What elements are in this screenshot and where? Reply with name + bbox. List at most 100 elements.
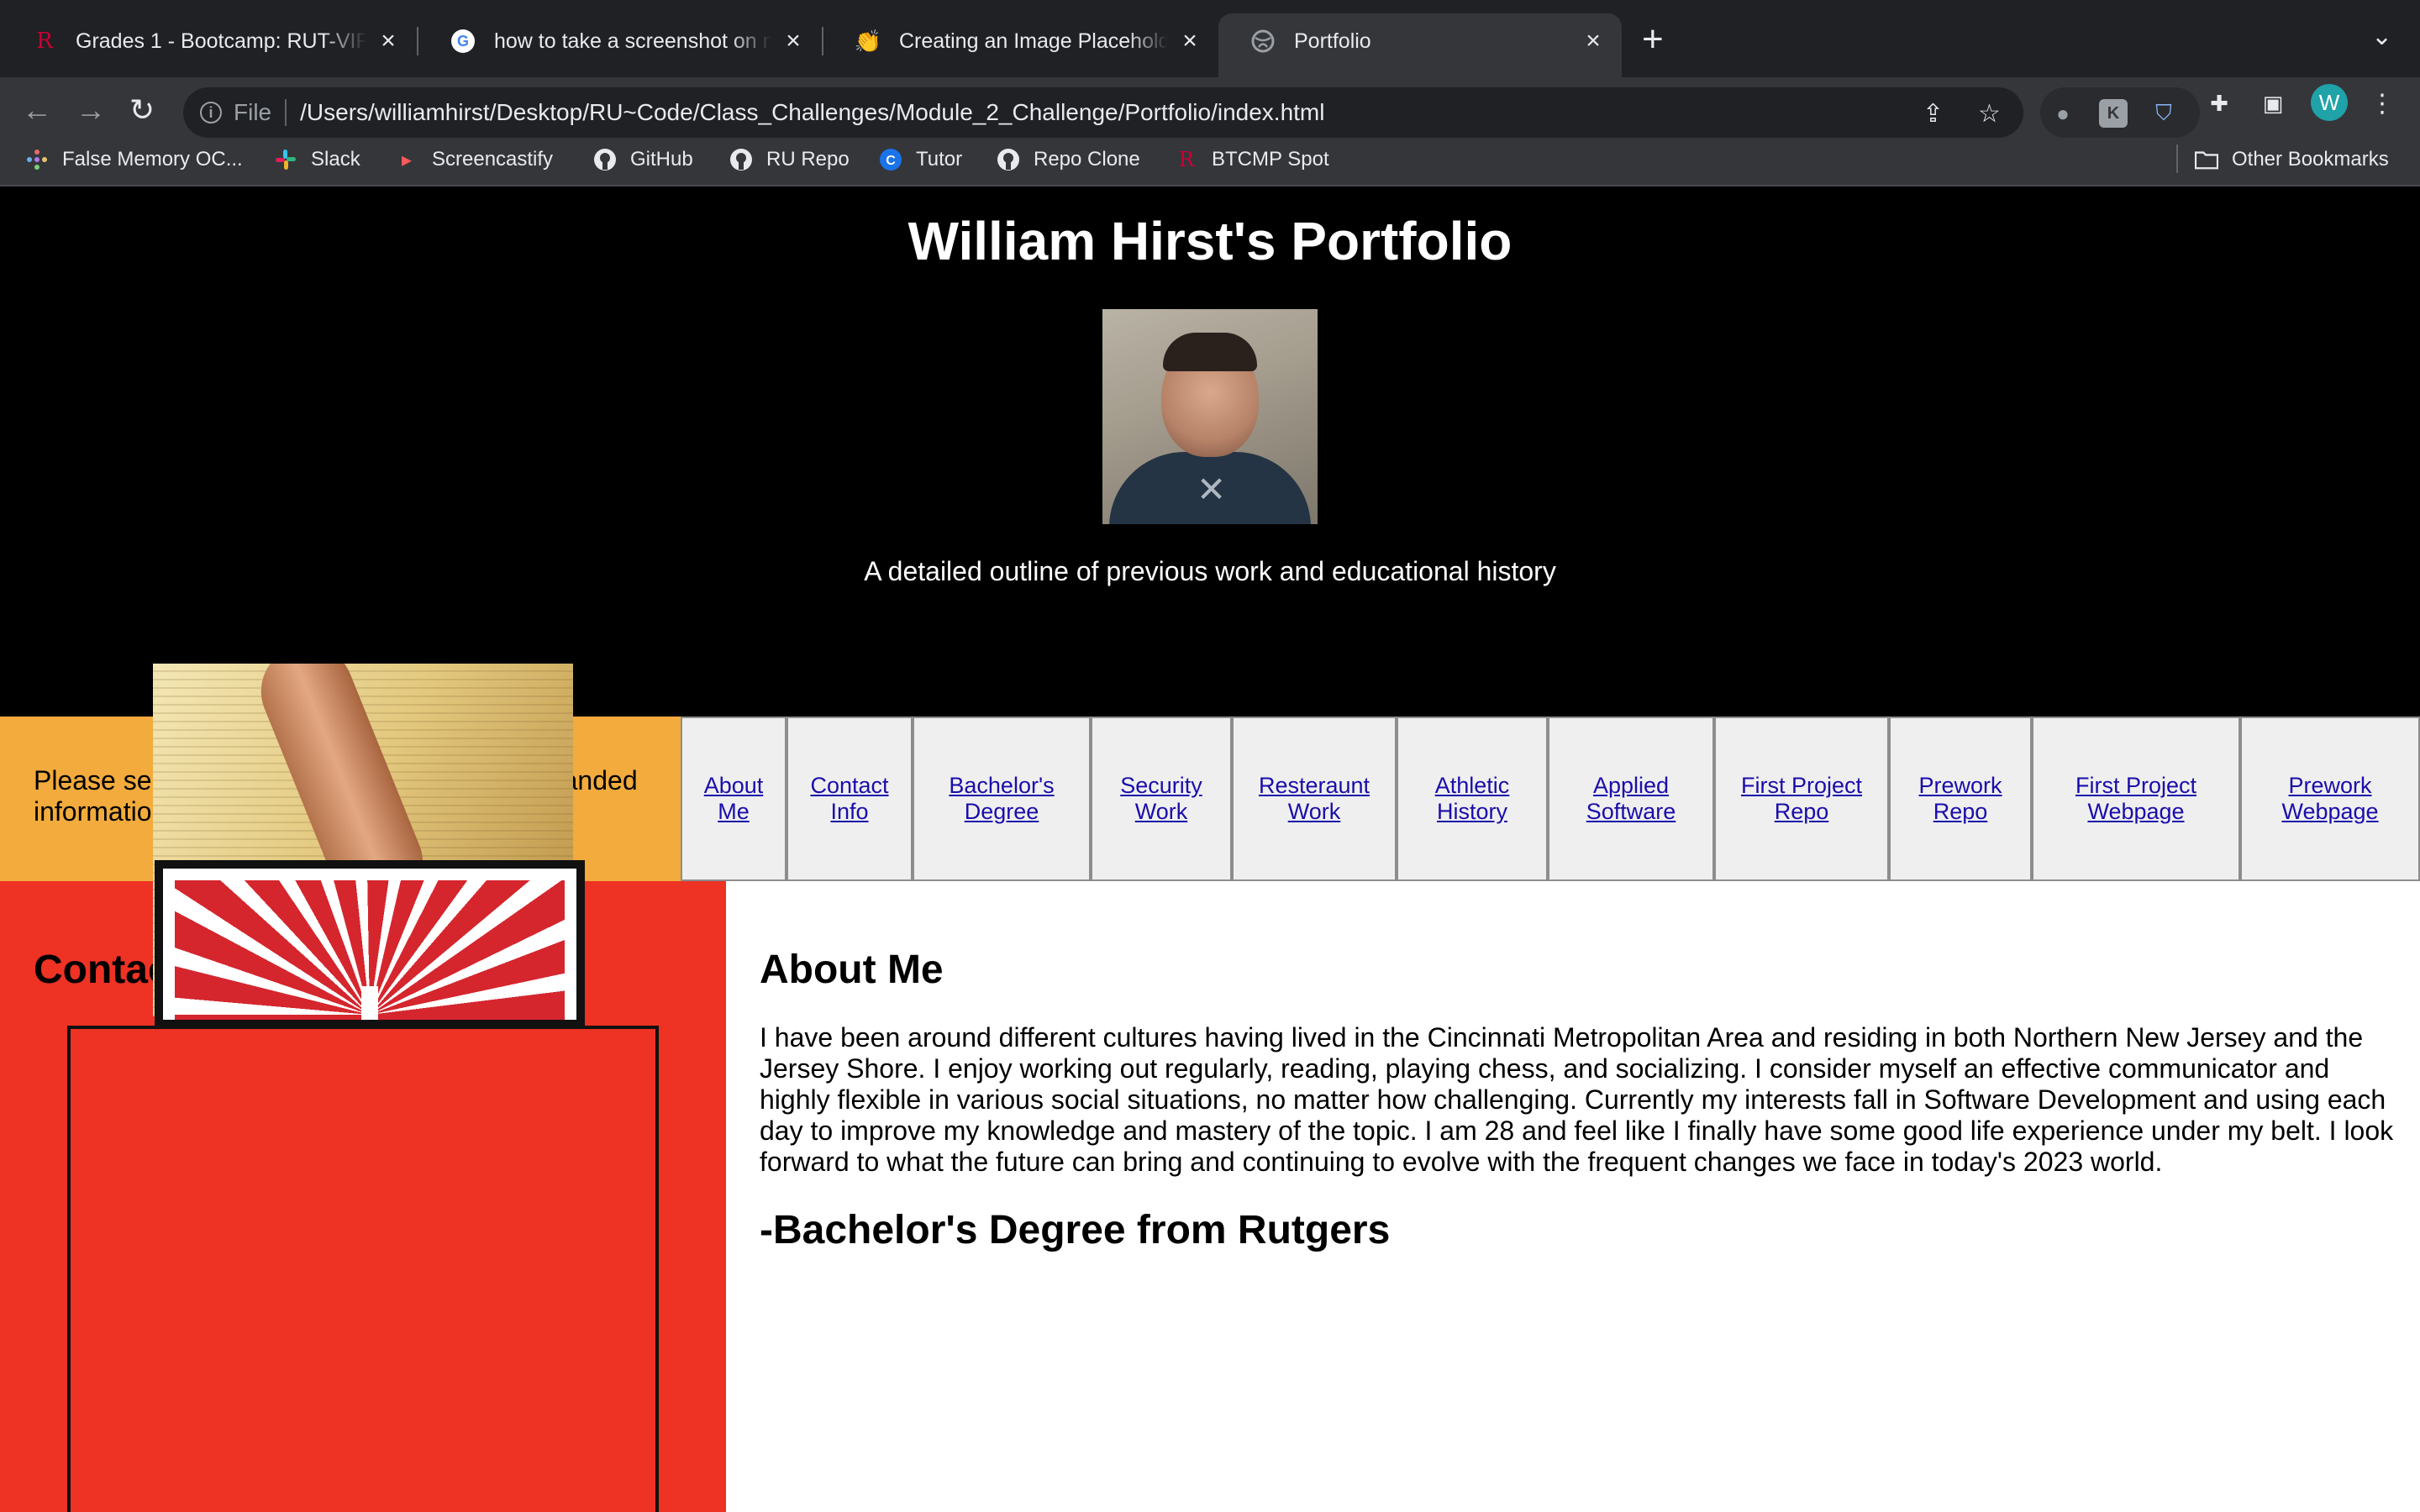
shield-icon[interactable]: ⛉ — [2149, 99, 2178, 128]
nav-link-applied-software[interactable]: Applied Software — [1548, 717, 1714, 881]
rutgers-logo-image — [155, 860, 585, 1028]
bookmark-label: RU Repo — [766, 148, 850, 171]
kebab-menu-icon[interactable]: ⋮ — [2368, 89, 2396, 118]
about-text: I have been around different cultures ha… — [760, 1022, 2394, 1177]
nav-link-first-project-webpage[interactable]: First Project Webpage — [2032, 717, 2240, 881]
bookmarks-separator — [2176, 144, 2178, 173]
nav-link-prework-repo[interactable]: Prework Repo — [1889, 717, 2032, 881]
rutgers-icon: R — [36, 29, 53, 54]
svg-text:C: C — [886, 154, 896, 168]
close-icon[interactable]: × — [781, 27, 805, 55]
tutor-icon: C — [879, 148, 902, 171]
photo-hair — [1163, 333, 1257, 371]
nav-link-label: Prework Repo — [1918, 773, 2002, 824]
github-icon — [593, 148, 617, 171]
share-icon[interactable]: ⇪ — [1923, 99, 1944, 129]
info-icon[interactable]: i — [200, 102, 222, 123]
nav-link-label: Resteraunt Work — [1258, 773, 1370, 824]
back-arrow-icon[interactable]: ← — [22, 92, 52, 128]
bookmark-item[interactable]: GitHub — [593, 148, 693, 171]
url-scheme: File — [234, 99, 272, 125]
bookmark-item[interactable]: Repo Clone — [997, 148, 1140, 171]
main-content: About Me I have been around different cu… — [726, 881, 2420, 1512]
speech-bubble-icon[interactable]: ● — [2049, 99, 2077, 128]
nav-link-resteraunt-work[interactable]: Resteraunt Work — [1232, 717, 1397, 881]
photo-shirt-logo: ✕ — [1197, 470, 1227, 509]
nav-link-about-me[interactable]: About Me — [681, 717, 786, 881]
slack-icon — [274, 148, 297, 171]
folder-icon — [2195, 148, 2218, 171]
extension-k-icon[interactable]: K — [2099, 99, 2128, 128]
globe-icon — [1250, 29, 1276, 54]
close-icon[interactable]: × — [1581, 27, 1605, 55]
bookmarks-bar: False Memory OC... Slack ▸ Screencastify… — [0, 139, 2420, 186]
page-title: William Hirst's Portfolio — [908, 211, 1512, 271]
nav-links: About Me Contact Info Bachelor's Degree Sec… — [681, 717, 2420, 881]
bookmark-label: BTCMP Spot — [1212, 148, 1329, 171]
chevron-down-icon[interactable]: ⌄ — [2371, 22, 2392, 51]
close-icon[interactable]: × — [1178, 27, 1202, 55]
nav-link-security-work[interactable]: Security Work — [1091, 717, 1232, 881]
screencastify-icon: ▸ — [401, 148, 413, 171]
bookmark-label: False Memory OC... — [62, 148, 243, 171]
side-panel-icon[interactable]: ▣ — [2259, 89, 2287, 118]
tab-placeholder[interactable]: 👏 Creating an Image Placeholder × — [823, 13, 1218, 69]
dots-icon — [25, 148, 49, 171]
nav-link-label: Athletic History — [1434, 773, 1510, 824]
reload-icon[interactable]: ↻ — [129, 92, 155, 128]
page-viewport: William Hirst's Portfolio ✕ A detailed o… — [0, 186, 2420, 1512]
tab-strip: R Grades 1 - Bootcamp: RUT-VIRT × G how … — [0, 0, 2420, 77]
bookmark-label: Repo Clone — [1034, 148, 1140, 171]
tab-portfolio[interactable]: Portfolio × — [1218, 13, 1622, 77]
tab-screenshot[interactable]: G how to take a screenshot on mac × — [418, 13, 822, 69]
bookmark-item[interactable]: C Tutor — [879, 148, 962, 171]
github-icon — [729, 148, 753, 171]
tab-title: Portfolio — [1294, 29, 1371, 53]
bookmark-item[interactable]: RU Repo — [729, 148, 850, 171]
google-icon: G — [450, 29, 476, 54]
tab-title: Grades 1 - Bootcamp: RUT-VIRT — [76, 29, 366, 53]
nav-link-label: First Project Repo — [1740, 773, 1863, 824]
bookmark-item[interactable]: ▸ Screencastify — [395, 148, 553, 171]
puzzle-icon[interactable]: ✚ — [2205, 89, 2233, 118]
contact-box — [67, 1026, 659, 1512]
browser-toolbar: ← → ↻ i File /Users/williamhirst/Desktop… — [0, 77, 2420, 148]
nav-link-label: Bachelor's Degree — [949, 773, 1055, 824]
extensions-area: ● K ⛉ — [2040, 87, 2200, 138]
nav-link-label: Security Work — [1120, 773, 1202, 824]
star-bookmark-icon[interactable]: ☆ — [1978, 99, 2001, 129]
nav-link-athletic-history[interactable]: Athletic History — [1397, 717, 1548, 881]
clapping-hands-icon: 👏 — [854, 28, 882, 54]
rutgers-icon: R — [1178, 148, 1195, 171]
about-heading: About Me — [760, 948, 944, 992]
nav-link-bachelors-degree[interactable]: Bachelor's Degree — [913, 717, 1091, 881]
bookmark-item[interactable]: False Memory OC... — [25, 148, 243, 171]
tab-grades[interactable]: R Grades 1 - Bootcamp: RUT-VIRT × — [0, 13, 417, 69]
rutgers-logo-bar — [361, 986, 378, 1020]
degree-heading: -Bachelor's Degree from Rutgers — [760, 1208, 1391, 1252]
tab-title: Creating an Image Placeholder — [899, 29, 1168, 53]
other-bookmarks[interactable]: Other Bookmarks — [2195, 148, 2389, 171]
github-icon — [997, 148, 1020, 171]
bookmark-item[interactable]: R BTCMP Spot — [1175, 148, 1329, 171]
avatar[interactable]: W — [2311, 84, 2348, 121]
nav-link-contact-info[interactable]: Contact Info — [786, 717, 913, 881]
nav-link-label: Prework Webpage — [2281, 773, 2379, 824]
svg-text:G: G — [457, 33, 469, 50]
nav-link-prework-webpage[interactable]: Prework Webpage — [2240, 717, 2420, 881]
new-tab-plus-icon[interactable]: + — [1642, 18, 1664, 60]
address-bar[interactable]: i File /Users/williamhirst/Desktop/RU~Co… — [183, 87, 2023, 138]
nav-link-label: Contact Info — [810, 773, 889, 824]
profile-photo: ✕ — [1102, 309, 1318, 524]
bookmark-label: GitHub — [630, 148, 693, 171]
bookmark-item[interactable]: Slack — [274, 148, 360, 171]
close-icon[interactable]: × — [376, 27, 400, 55]
url-text[interactable]: /Users/williamhirst/Desktop/RU~Code/Clas… — [300, 99, 1324, 126]
hero-header: William Hirst's Portfolio ✕ A detailed o… — [0, 186, 2420, 717]
nav-link-first-project-repo[interactable]: First Project Repo — [1714, 717, 1889, 881]
tab-title: how to take a screenshot on mac — [494, 29, 771, 53]
bookmark-label: Screencastify — [432, 148, 554, 171]
nav-link-label: About Me — [703, 773, 764, 824]
forward-arrow-icon[interactable]: → — [76, 92, 106, 128]
divider — [285, 99, 287, 126]
